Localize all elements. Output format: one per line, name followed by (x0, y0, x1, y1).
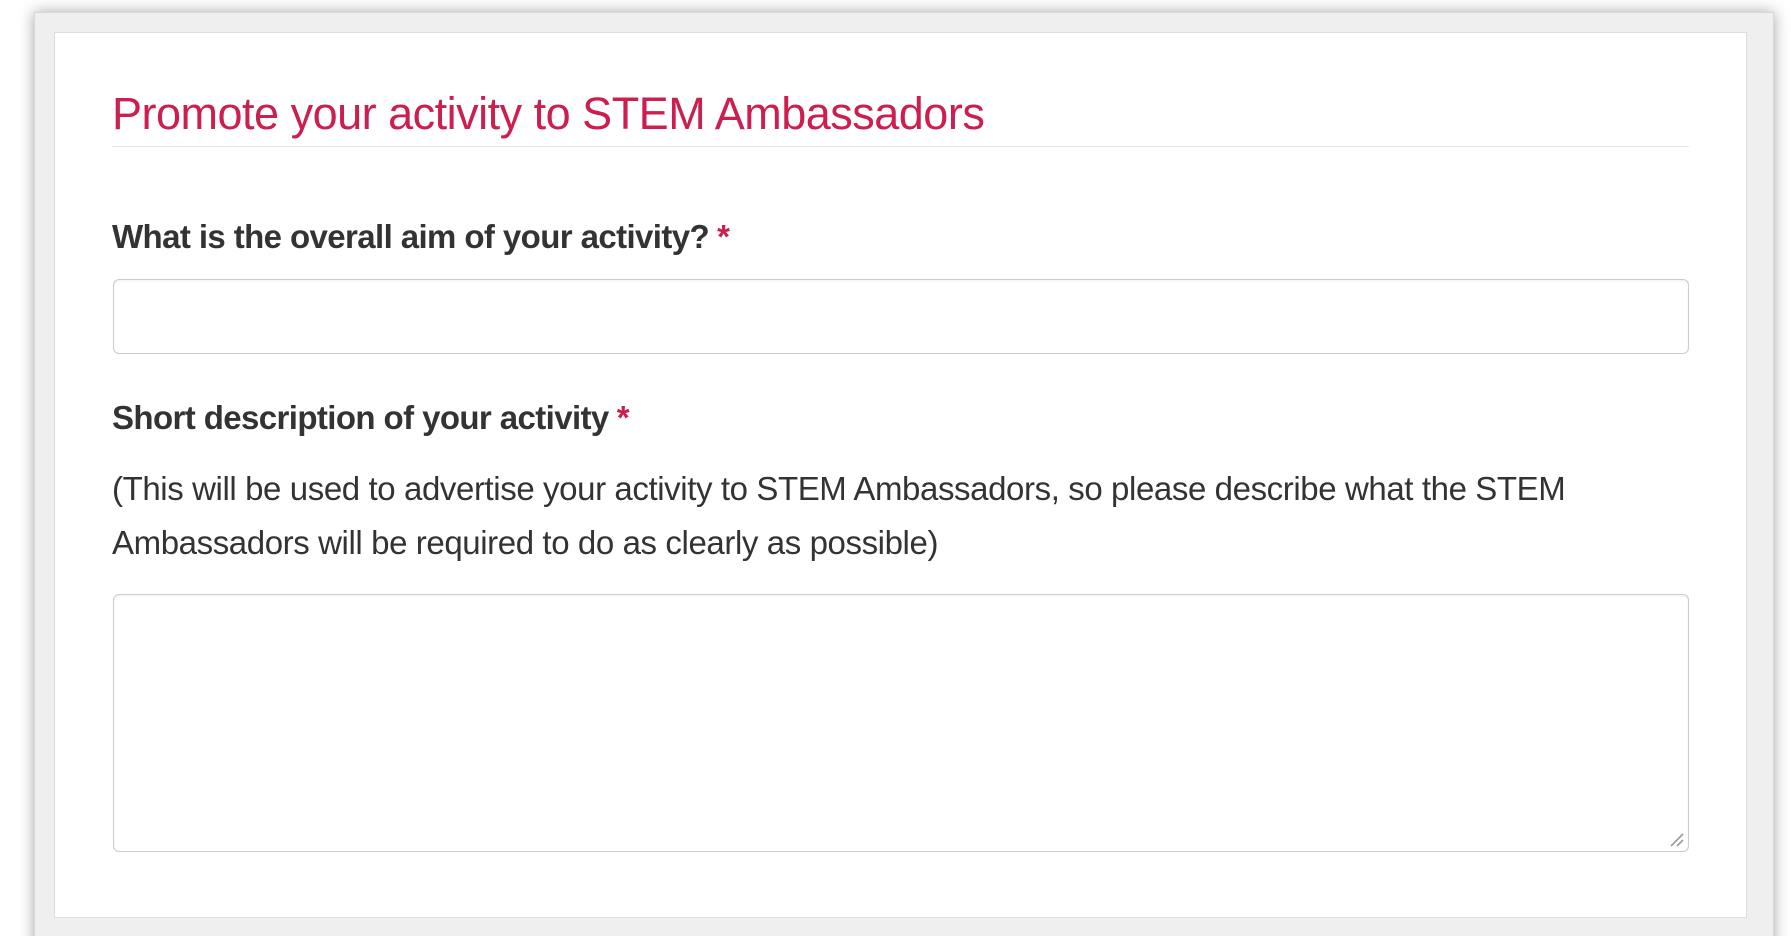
aim-field-label: What is the overall aim of your activity… (112, 215, 730, 259)
aim-input[interactable] (113, 279, 1689, 354)
description-label-text: Short description of your activity (112, 399, 609, 436)
aim-label-text: What is the overall aim of your activity… (112, 218, 710, 255)
description-required-marker: * (616, 399, 630, 436)
description-field-label: Short description of your activity * (112, 396, 630, 440)
resize-handle-icon[interactable] (1665, 828, 1685, 848)
section-divider (112, 146, 1689, 147)
aim-required-marker: * (717, 218, 730, 255)
description-help-text: (This will be used to advertise your act… (112, 470, 1566, 561)
description-textarea[interactable] (113, 594, 1689, 852)
section-title: Promote your activity to STEM Ambassador… (112, 88, 985, 139)
screen: Promote your activity to STEM Ambassador… (0, 0, 1791, 936)
